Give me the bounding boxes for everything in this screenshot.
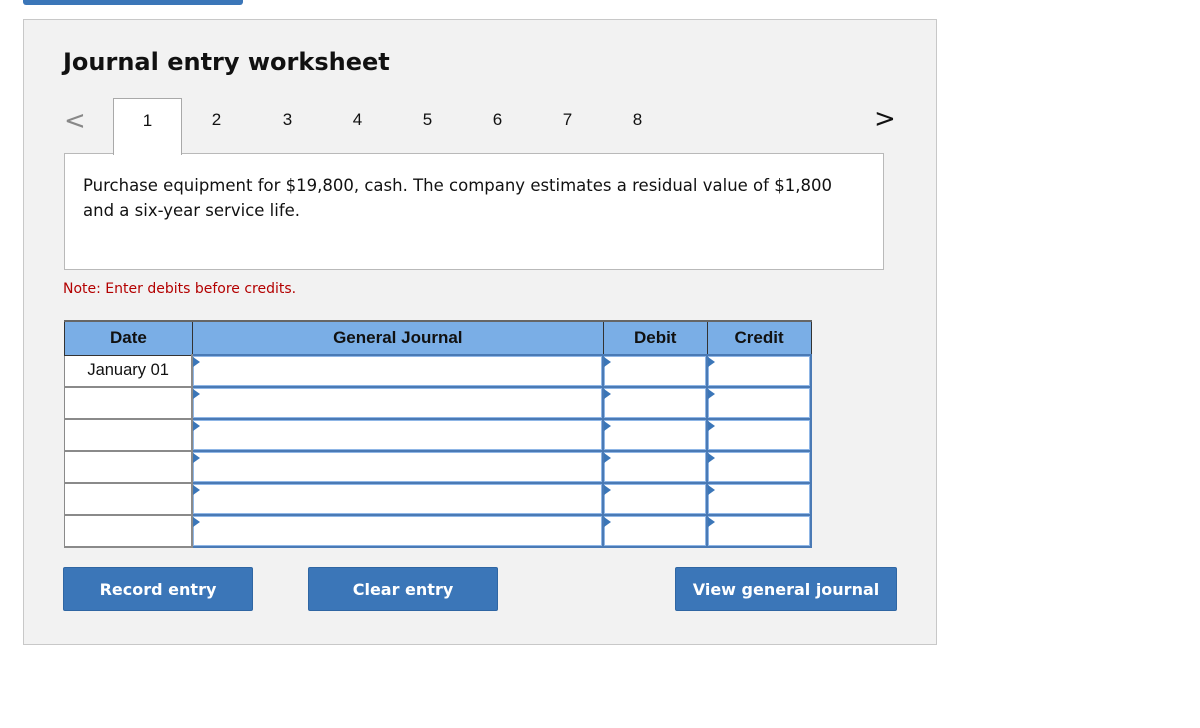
dropdown-marker-icon	[708, 389, 716, 399]
dropdown-marker-icon	[193, 453, 201, 463]
journal-row: January 01	[64, 354, 812, 388]
journal-header-row: Date General Journal Debit Credit	[64, 320, 812, 356]
date-cell[interactable]	[64, 450, 194, 484]
tab-6[interactable]: 6	[463, 98, 532, 154]
credit-input[interactable]	[708, 516, 810, 546]
tab-label: 2	[211, 110, 222, 129]
account-input[interactable]	[193, 452, 603, 482]
column-header-debit: Debit	[602, 320, 708, 356]
tab-label: 3	[282, 110, 293, 129]
date-cell: January 01	[64, 354, 194, 388]
question-box: Purchase equipment for $19,800, cash. Th…	[64, 153, 884, 270]
account-cell	[191, 514, 605, 548]
debit-input[interactable]	[604, 388, 707, 418]
tab-2[interactable]: 2	[182, 98, 251, 154]
journal-row	[64, 514, 812, 548]
debit-input[interactable]	[604, 516, 707, 546]
dropdown-marker-icon	[193, 389, 201, 399]
date-cell[interactable]	[64, 482, 194, 516]
tab-label: 5	[422, 110, 433, 129]
account-cell	[191, 482, 605, 516]
dropdown-marker-icon	[193, 357, 201, 367]
tab-1[interactable]: 1	[113, 98, 182, 155]
journal-row	[64, 450, 812, 484]
record-entry-button[interactable]: Record entry	[63, 567, 253, 611]
dropdown-marker-icon	[708, 485, 716, 495]
debit-cell	[602, 418, 709, 452]
debit-input[interactable]	[604, 452, 707, 482]
journal-row	[64, 418, 812, 452]
credit-input[interactable]	[708, 356, 810, 386]
tab-label: 4	[352, 110, 363, 129]
question-text: Purchase equipment for $19,800, cash. Th…	[83, 176, 832, 220]
account-input[interactable]	[193, 388, 603, 418]
dropdown-marker-icon	[604, 389, 612, 399]
dropdown-marker-icon	[604, 517, 612, 527]
column-header-credit: Credit	[706, 320, 812, 356]
dropdown-marker-icon	[193, 421, 201, 431]
page-title: Journal entry worksheet	[63, 48, 390, 76]
credit-input[interactable]	[708, 388, 810, 418]
account-input[interactable]	[193, 516, 603, 546]
tab-7[interactable]: 7	[533, 98, 602, 154]
date-cell[interactable]	[64, 386, 194, 420]
column-header-general-journal: General Journal	[191, 320, 604, 356]
debit-cell	[602, 354, 709, 388]
credit-input[interactable]	[708, 484, 810, 514]
account-cell	[191, 450, 605, 484]
tab-label: 8	[632, 110, 643, 129]
debit-cell	[602, 386, 709, 420]
tab-label: 7	[562, 110, 573, 129]
account-input[interactable]	[193, 484, 603, 514]
tab-3[interactable]: 3	[253, 98, 322, 154]
debit-cell	[602, 450, 709, 484]
chevron-right-icon[interactable]: >	[874, 104, 896, 134]
debit-input[interactable]	[604, 356, 707, 386]
dropdown-marker-icon	[708, 421, 716, 431]
account-cell	[191, 354, 605, 388]
dropdown-marker-icon	[193, 485, 201, 495]
journal-row	[64, 386, 812, 420]
account-cell	[191, 386, 605, 420]
chevron-left-icon[interactable]: <	[64, 106, 86, 136]
tab-label: 6	[492, 110, 503, 129]
view-general-journal-button[interactable]: View general journal	[675, 567, 897, 611]
journal-table: Date General Journal Debit Credit Januar…	[64, 320, 812, 548]
account-cell	[191, 418, 605, 452]
dropdown-marker-icon	[708, 357, 716, 367]
dropdown-marker-icon	[193, 517, 201, 527]
dropdown-marker-icon	[604, 485, 612, 495]
credit-cell	[706, 514, 812, 548]
tab-5[interactable]: 5	[393, 98, 462, 154]
clear-entry-button[interactable]: Clear entry	[308, 567, 498, 611]
dropdown-marker-icon	[708, 453, 716, 463]
tab-4[interactable]: 4	[323, 98, 392, 154]
date-cell[interactable]	[64, 514, 194, 548]
credit-cell	[706, 418, 812, 452]
debit-cell	[602, 514, 709, 548]
credit-cell	[706, 354, 812, 388]
tab-label: 1	[142, 111, 153, 130]
credit-cell	[706, 386, 812, 420]
credit-cell	[706, 450, 812, 484]
debit-input[interactable]	[604, 420, 707, 450]
account-input[interactable]	[193, 420, 603, 450]
journal-row	[64, 482, 812, 516]
column-header-date: Date	[64, 320, 193, 356]
credit-input[interactable]	[708, 452, 810, 482]
tab-8[interactable]: 8	[603, 98, 672, 154]
credit-input[interactable]	[708, 420, 810, 450]
dropdown-marker-icon	[604, 421, 612, 431]
dropdown-marker-icon	[604, 357, 612, 367]
date-cell[interactable]	[64, 418, 194, 452]
worksheet-panel: Journal entry worksheet < 1 2 3 4 5 6 7 …	[23, 19, 937, 645]
account-input[interactable]	[193, 356, 603, 386]
dropdown-marker-icon	[604, 453, 612, 463]
debit-input[interactable]	[604, 484, 707, 514]
note-text: Note: Enter debits before credits.	[63, 281, 297, 297]
debit-cell	[602, 482, 709, 516]
credit-cell	[706, 482, 812, 516]
dropdown-marker-icon	[708, 517, 716, 527]
top-tab-indicator	[23, 0, 243, 5]
